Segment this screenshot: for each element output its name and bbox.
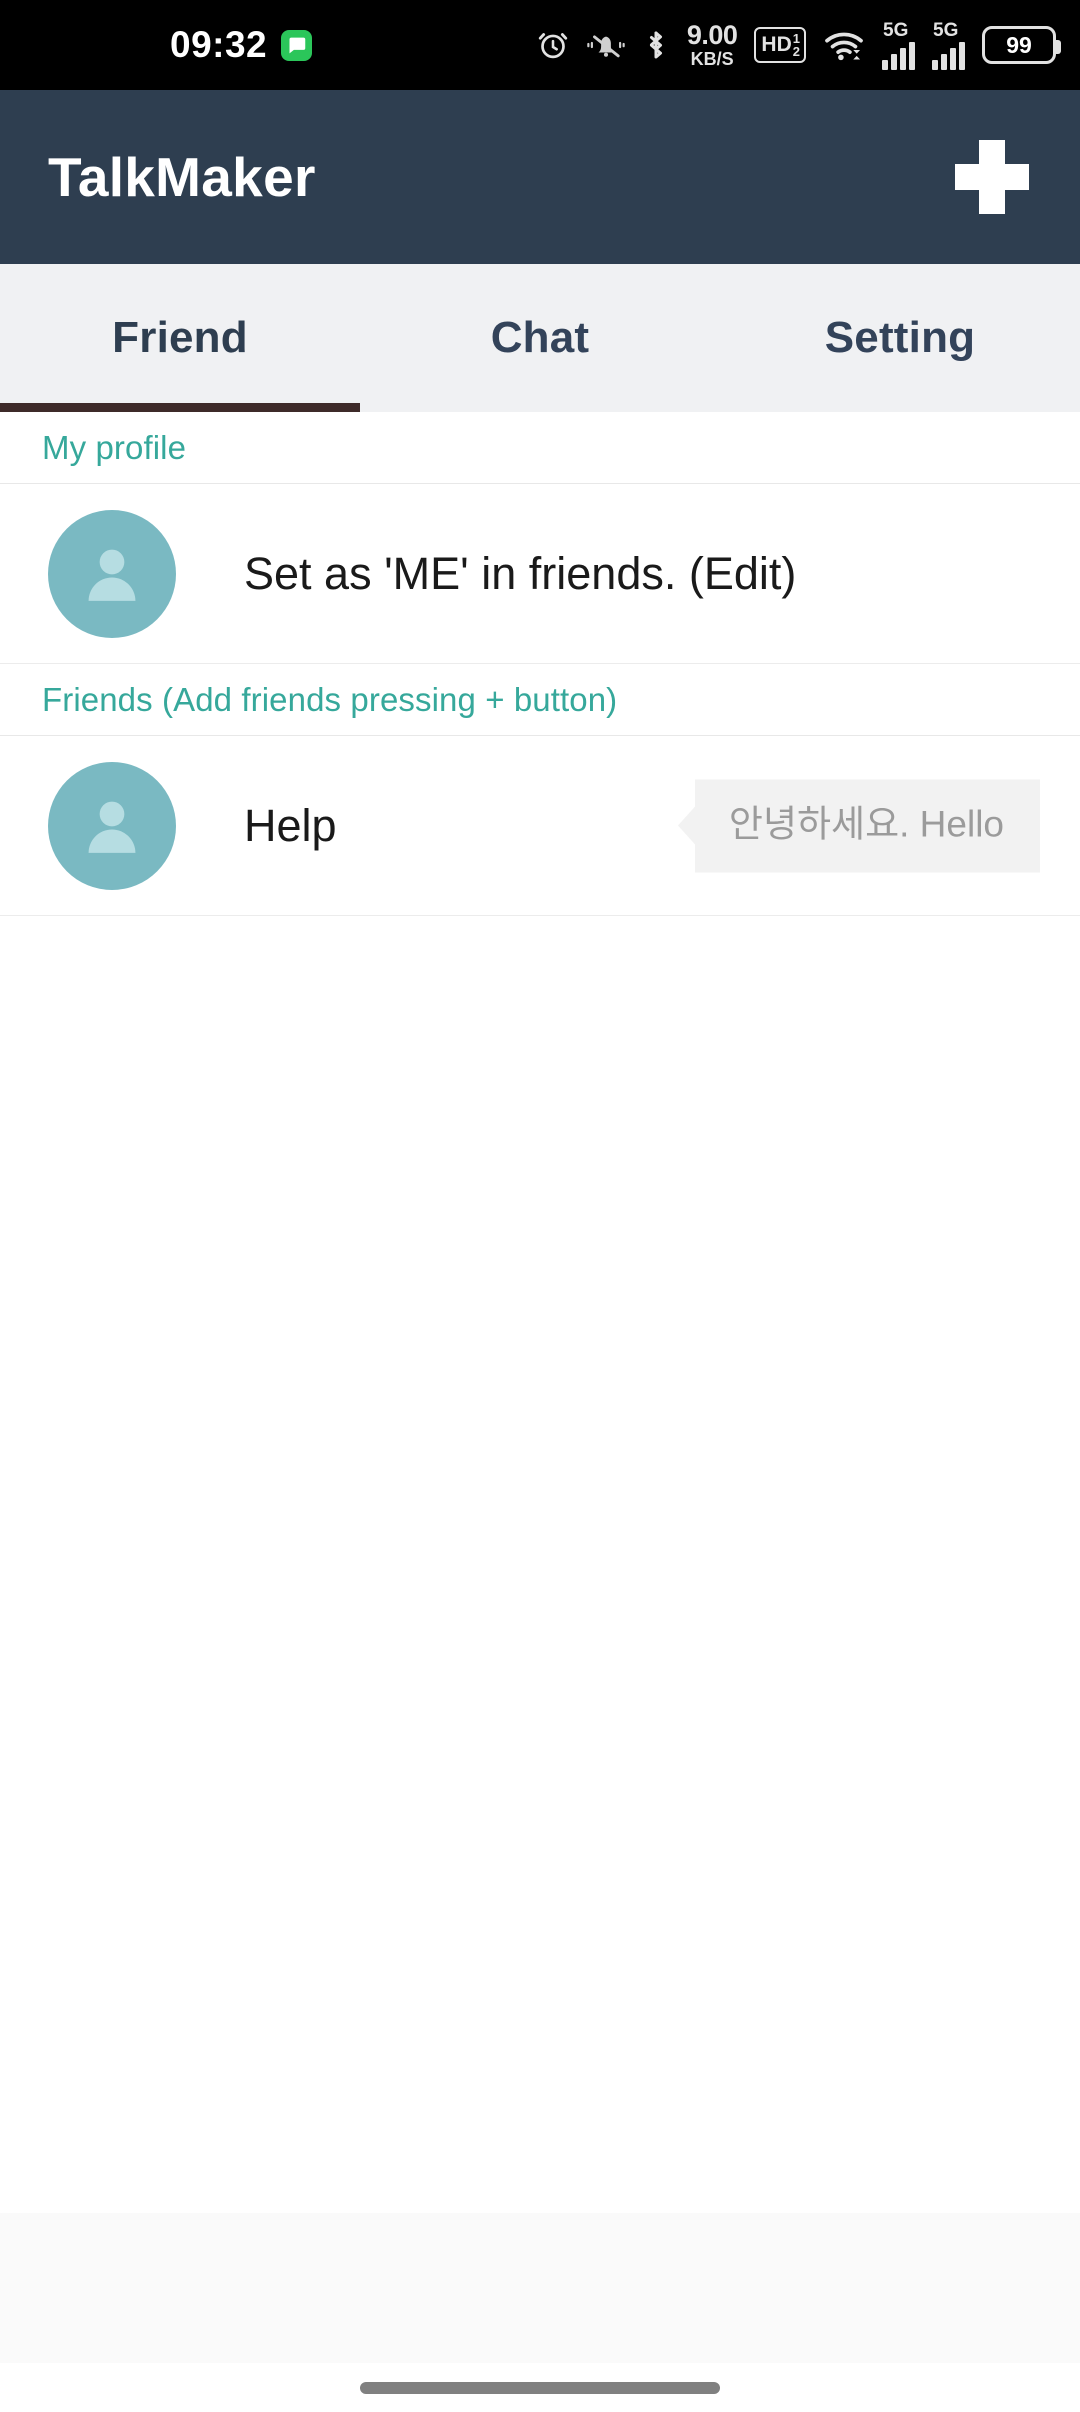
sim1-network-label: 5G	[883, 19, 909, 41]
section-header-my-profile: My profile	[0, 412, 1080, 484]
hd-subscript: 2	[792, 44, 800, 59]
tab-friend[interactable]: Friend	[0, 264, 360, 412]
friend-list: My profile Set as 'ME' in friends. (Edit…	[0, 412, 1080, 2213]
mute-bell-icon	[587, 28, 625, 62]
tab-setting[interactable]: Setting	[720, 264, 1080, 412]
add-friend-button[interactable]	[944, 129, 1040, 225]
page-title: TalkMaker	[48, 146, 316, 208]
section-header-label: Friends (Add friends pressing + button)	[42, 680, 618, 718]
sim2-bars	[932, 41, 965, 70]
system-navigation-bar	[0, 2363, 1080, 2412]
tab-friend-label: Friend	[112, 313, 248, 362]
person-placeholder-avatar	[48, 761, 176, 890]
tab-active-indicator	[0, 403, 360, 412]
section-header-friends: Friends (Add friends pressing + button)	[0, 664, 1080, 736]
plus-icon-vertical	[979, 140, 1005, 214]
network-speed-unit: KB/S	[690, 49, 734, 69]
tab-chat[interactable]: Chat	[360, 264, 720, 412]
status-bar-clock: 09:32	[170, 24, 268, 65]
sim2-network-label: 5G	[933, 19, 959, 41]
hd-voice-icon: HD 1 2	[754, 27, 806, 63]
status-bar-left: 09:32	[170, 0, 313, 90]
network-speed-indicator: 9.00 KB/S	[686, 20, 738, 69]
battery-percent-label: 99	[1006, 31, 1032, 58]
app-screen: 09:32 9.00 KB/S HD 1 2 5G 5G 99 TalkMake…	[0, 0, 1080, 2412]
bluetooth-icon	[642, 27, 670, 63]
home-gesture-pill[interactable]	[360, 2381, 720, 2394]
sim1-bars	[882, 41, 915, 70]
status-message-bubble: 안녕하세요. Hello	[694, 779, 1040, 872]
person-placeholder-avatar	[48, 509, 176, 638]
status-message-text: 안녕하세요. Hello	[728, 803, 1004, 844]
tab-setting-label: Setting	[824, 313, 976, 362]
list-item-label: Set as 'ME' in friends. (Edit)	[244, 547, 797, 599]
bottom-banner-area	[0, 2213, 1080, 2363]
list-item-friend-help[interactable]: Help 안녕하세요. Hello	[0, 736, 1080, 916]
list-item-label: Help	[244, 799, 337, 851]
wifi-icon	[823, 28, 865, 62]
app-bar: TalkMaker	[0, 90, 1080, 264]
message-bubble-icon	[281, 29, 313, 61]
signal-sim2-icon: 5G	[932, 21, 965, 70]
status-bar: 09:32 9.00 KB/S HD 1 2 5G 5G 99	[0, 0, 1080, 90]
alarm-clock-icon	[536, 28, 570, 62]
battery-icon: 99	[982, 26, 1061, 64]
network-speed-value: 9.00	[686, 20, 738, 50]
list-item-my-profile[interactable]: Set as 'ME' in friends. (Edit)	[0, 484, 1080, 664]
tab-bar: Friend Chat Setting	[0, 264, 1080, 412]
section-header-label: My profile	[42, 428, 187, 466]
hd-label: HD	[761, 33, 792, 56]
signal-sim1-icon: 5G	[882, 21, 915, 70]
status-bar-right: 9.00 KB/S HD 1 2 5G 5G 99	[536, 0, 1061, 90]
tab-chat-label: Chat	[490, 313, 590, 362]
